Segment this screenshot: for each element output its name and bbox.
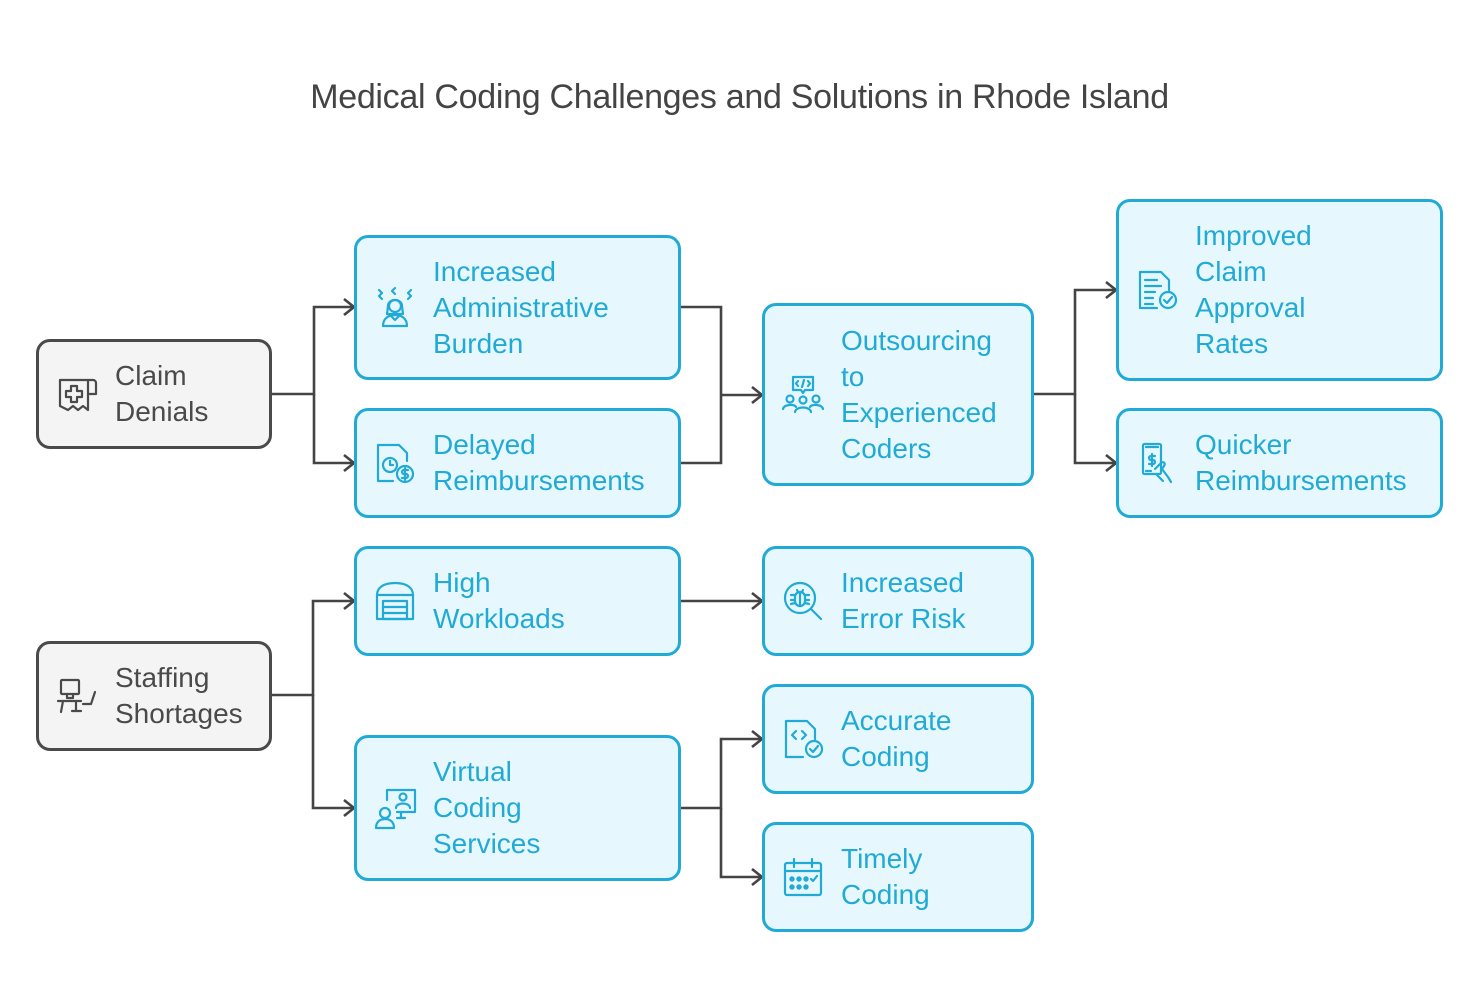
edge-virtual-to-accurate — [680, 739, 762, 810]
node-label: Outsourcing to Experienced Coders — [841, 324, 997, 464]
node-label: High Workloads — [433, 567, 565, 634]
diagram-title: Medical Coding Challenges and Solutions … — [310, 78, 1169, 116]
node-outsourcing-to-experienced-coders: Outsourcing to Experienced Coders — [762, 303, 1034, 486]
edge-outsourcing-to-quicker — [1073, 394, 1116, 463]
node-accurate-coding: Accurate Coding — [762, 684, 1034, 794]
node-timely-coding: Timely Coding — [762, 822, 1034, 932]
node-delayed-reimbursements: Delayed Reimbursements — [354, 408, 681, 518]
node-label: Accurate Coding — [841, 705, 952, 772]
node-claim-denials: Claim Denials — [36, 339, 272, 449]
bug-search-icon — [781, 579, 825, 623]
node-label: Claim Denials — [115, 360, 209, 427]
node-label: Staffing Shortages — [115, 662, 243, 729]
stressed-person-icon — [373, 286, 417, 330]
document-clock-dollar-icon — [373, 441, 417, 485]
edge-claim-to-delayed — [312, 394, 354, 463]
empty-desk-icon — [55, 674, 99, 718]
edge-staffing-to-workloads — [271, 601, 354, 697]
warehouse-icon — [373, 579, 417, 623]
node-label: Timely Coding — [841, 843, 930, 910]
edge-virtual-to-timely — [719, 808, 762, 877]
node-increased-administrative-burden: Increased Administrative Burden — [354, 235, 681, 380]
node-label: Virtual Coding Services — [433, 756, 541, 859]
node-virtual-coding-services: Virtual Coding Services — [354, 735, 681, 881]
node-quicker-reimbursements: Quicker Reimbursements — [1116, 408, 1443, 518]
node-increased-error-risk: Increased Error Risk — [762, 546, 1034, 656]
node-label: Quicker Reimbursements — [1195, 429, 1407, 496]
calendar-check-icon — [781, 855, 825, 899]
node-high-workloads: High Workloads — [354, 546, 681, 656]
node-staffing-shortages: Staffing Shortages — [36, 641, 272, 751]
node-label: Delayed Reimbursements — [433, 429, 645, 496]
node-label: Increased Administrative Burden — [433, 255, 609, 359]
document-check-icon — [1135, 268, 1179, 312]
remote-meeting-icon — [373, 786, 417, 830]
node-improved-claim-approval-rates: Improved Claim Approval Rates — [1116, 199, 1443, 381]
edge-staffing-to-virtual — [311, 695, 354, 808]
edge-admin-to-outsourcing — [680, 305, 723, 465]
medical-receipt-icon — [55, 372, 99, 416]
node-label: Increased Error Risk — [841, 567, 966, 634]
team-code-icon — [781, 373, 825, 417]
edge-outsourcing-to-improved — [1033, 290, 1116, 396]
code-file-check-icon — [781, 717, 825, 761]
hand-cash-icon — [1135, 441, 1179, 485]
edge-claim-to-admin — [271, 307, 354, 396]
node-label: Improved Claim Approval Rates — [1195, 220, 1312, 359]
